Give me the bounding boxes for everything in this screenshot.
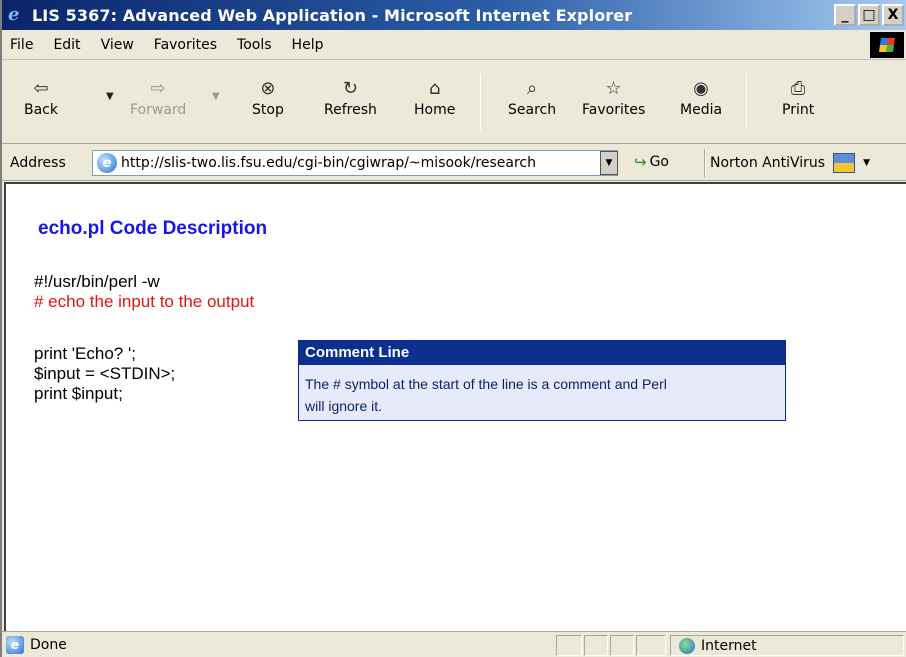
maximize-button[interactable]: □ bbox=[858, 4, 880, 26]
status-pane bbox=[556, 635, 582, 656]
page-content: echo.pl Code Description #!/usr/bin/perl… bbox=[4, 182, 906, 631]
zone-label: Internet bbox=[701, 637, 757, 654]
menu-favorites[interactable]: Favorites bbox=[144, 37, 227, 53]
menu-file[interactable]: File bbox=[2, 37, 43, 53]
back-dropdown-icon[interactable]: ▼ bbox=[106, 91, 114, 102]
forward-dropdown-icon[interactable]: ▼ bbox=[212, 91, 220, 102]
print-button[interactable]: ⎙ Print bbox=[782, 76, 814, 118]
standard-toolbar: ⇦ Back ▼ ⇨ Forward ▼ ⊗ Stop ↻ Refresh ⌂ … bbox=[2, 60, 906, 144]
code-line-input: $input = <STDIN>; bbox=[34, 364, 176, 383]
code-line-comment[interactable]: # echo the input to the output bbox=[34, 292, 254, 312]
menu-view[interactable]: View bbox=[91, 37, 144, 53]
address-label: Address bbox=[10, 154, 66, 171]
go-button[interactable]: ↪ Go bbox=[634, 153, 669, 171]
globe-icon bbox=[679, 637, 695, 654]
address-url[interactable]: http://slis-two.lis.fsu.edu/cgi-bin/cgiw… bbox=[121, 155, 536, 171]
code-line-print-echo: print 'Echo? '; bbox=[34, 344, 136, 363]
back-button[interactable]: ⇦ Back bbox=[24, 76, 58, 118]
search-button[interactable]: ⌕ Search bbox=[508, 76, 556, 118]
forward-label: Forward bbox=[130, 102, 187, 118]
ie-page-icon: e bbox=[6, 636, 24, 654]
status-bar: e Done Internet bbox=[2, 631, 906, 657]
stop-icon: ⊗ bbox=[260, 78, 276, 99]
tooltip-line: The # symbol at the start of the line is… bbox=[305, 376, 667, 392]
windows-logo-throbber bbox=[870, 32, 904, 58]
search-label: Search bbox=[508, 102, 557, 118]
menu-tools[interactable]: Tools bbox=[227, 37, 282, 53]
page-heading: echo.pl Code Description bbox=[38, 218, 268, 239]
menu-bar: File Edit View Favorites Tools Help bbox=[2, 30, 906, 60]
media-button[interactable]: ◉ Media bbox=[680, 76, 722, 118]
status-pane bbox=[636, 635, 666, 656]
code-line-print-input: print $input; bbox=[34, 384, 123, 403]
minimize-button[interactable]: _ bbox=[834, 4, 856, 26]
ie-logo-icon[interactable]: e bbox=[8, 4, 26, 25]
status-text-pane: e Done bbox=[6, 634, 554, 656]
close-button[interactable]: X bbox=[882, 4, 904, 26]
star-folder-icon: ☆ bbox=[605, 78, 622, 99]
addressbar-separator bbox=[704, 149, 706, 177]
home-icon: ⌂ bbox=[428, 78, 441, 99]
norton-icon bbox=[833, 153, 856, 173]
toolbar-separator bbox=[480, 74, 481, 130]
favorites-button[interactable]: ☆ Favorites bbox=[582, 76, 645, 118]
media-label: Media bbox=[680, 102, 723, 118]
refresh-label: Refresh bbox=[324, 102, 377, 118]
magnifier-icon: ⌕ bbox=[527, 78, 538, 99]
status-pane bbox=[610, 635, 634, 656]
title-bar[interactable]: e LIS 5367: Advanced Web Application - M… bbox=[2, 0, 906, 30]
forward-button[interactable]: ⇨ Forward bbox=[130, 76, 186, 118]
home-label: Home bbox=[414, 102, 456, 118]
stop-label: Stop bbox=[252, 102, 284, 118]
security-zone[interactable]: Internet bbox=[670, 635, 904, 656]
windows-flag-icon bbox=[879, 38, 895, 52]
media-icon: ◉ bbox=[693, 78, 709, 99]
stop-button[interactable]: ⊗ Stop bbox=[252, 76, 284, 118]
back-label: Back bbox=[24, 102, 58, 118]
forward-arrow-icon: ⇨ bbox=[150, 78, 166, 99]
code-line-shebang: #!/usr/bin/perl -w bbox=[34, 272, 160, 291]
norton-dropdown-icon[interactable]: ▼ bbox=[863, 158, 870, 168]
status-text: Done bbox=[30, 637, 67, 653]
address-input[interactable]: e http://slis-two.lis.fsu.edu/cgi-bin/cg… bbox=[92, 150, 618, 176]
browser-window: e LIS 5367: Advanced Web Application - M… bbox=[0, 0, 906, 657]
status-pane bbox=[584, 635, 608, 656]
norton-antivirus-button[interactable]: Norton AntiVirus ▼ bbox=[710, 153, 870, 173]
ie-page-icon: e bbox=[97, 153, 117, 173]
comment-line-tooltip: Comment Line The # symbol at the start o… bbox=[298, 340, 786, 421]
address-bar: Address e http://slis-two.lis.fsu.edu/cg… bbox=[2, 145, 906, 181]
home-button[interactable]: ⌂ Home bbox=[414, 76, 455, 118]
tooltip-body: The # symbol at the start of the line is… bbox=[299, 365, 785, 417]
printer-icon: ⎙ bbox=[790, 78, 806, 99]
tooltip-title: Comment Line bbox=[299, 341, 785, 365]
go-label: Go bbox=[649, 154, 669, 170]
go-arrow-icon: ↪ bbox=[634, 153, 647, 171]
print-label: Print bbox=[782, 102, 815, 118]
window-title: LIS 5367: Advanced Web Application - Mic… bbox=[32, 5, 633, 25]
window-controls: _ □ X bbox=[834, 4, 904, 26]
back-arrow-icon: ⇦ bbox=[33, 78, 49, 99]
toolbar-separator bbox=[746, 74, 747, 130]
refresh-button[interactable]: ↻ Refresh bbox=[324, 76, 377, 118]
refresh-icon: ↻ bbox=[342, 78, 358, 99]
favorites-label: Favorites bbox=[582, 102, 646, 118]
menu-edit[interactable]: Edit bbox=[43, 37, 90, 53]
address-dropdown-button[interactable]: ▼ bbox=[600, 151, 618, 175]
tooltip-line: will ignore it. bbox=[305, 398, 383, 414]
norton-label: Norton AntiVirus bbox=[710, 155, 826, 171]
menu-help[interactable]: Help bbox=[282, 37, 334, 53]
